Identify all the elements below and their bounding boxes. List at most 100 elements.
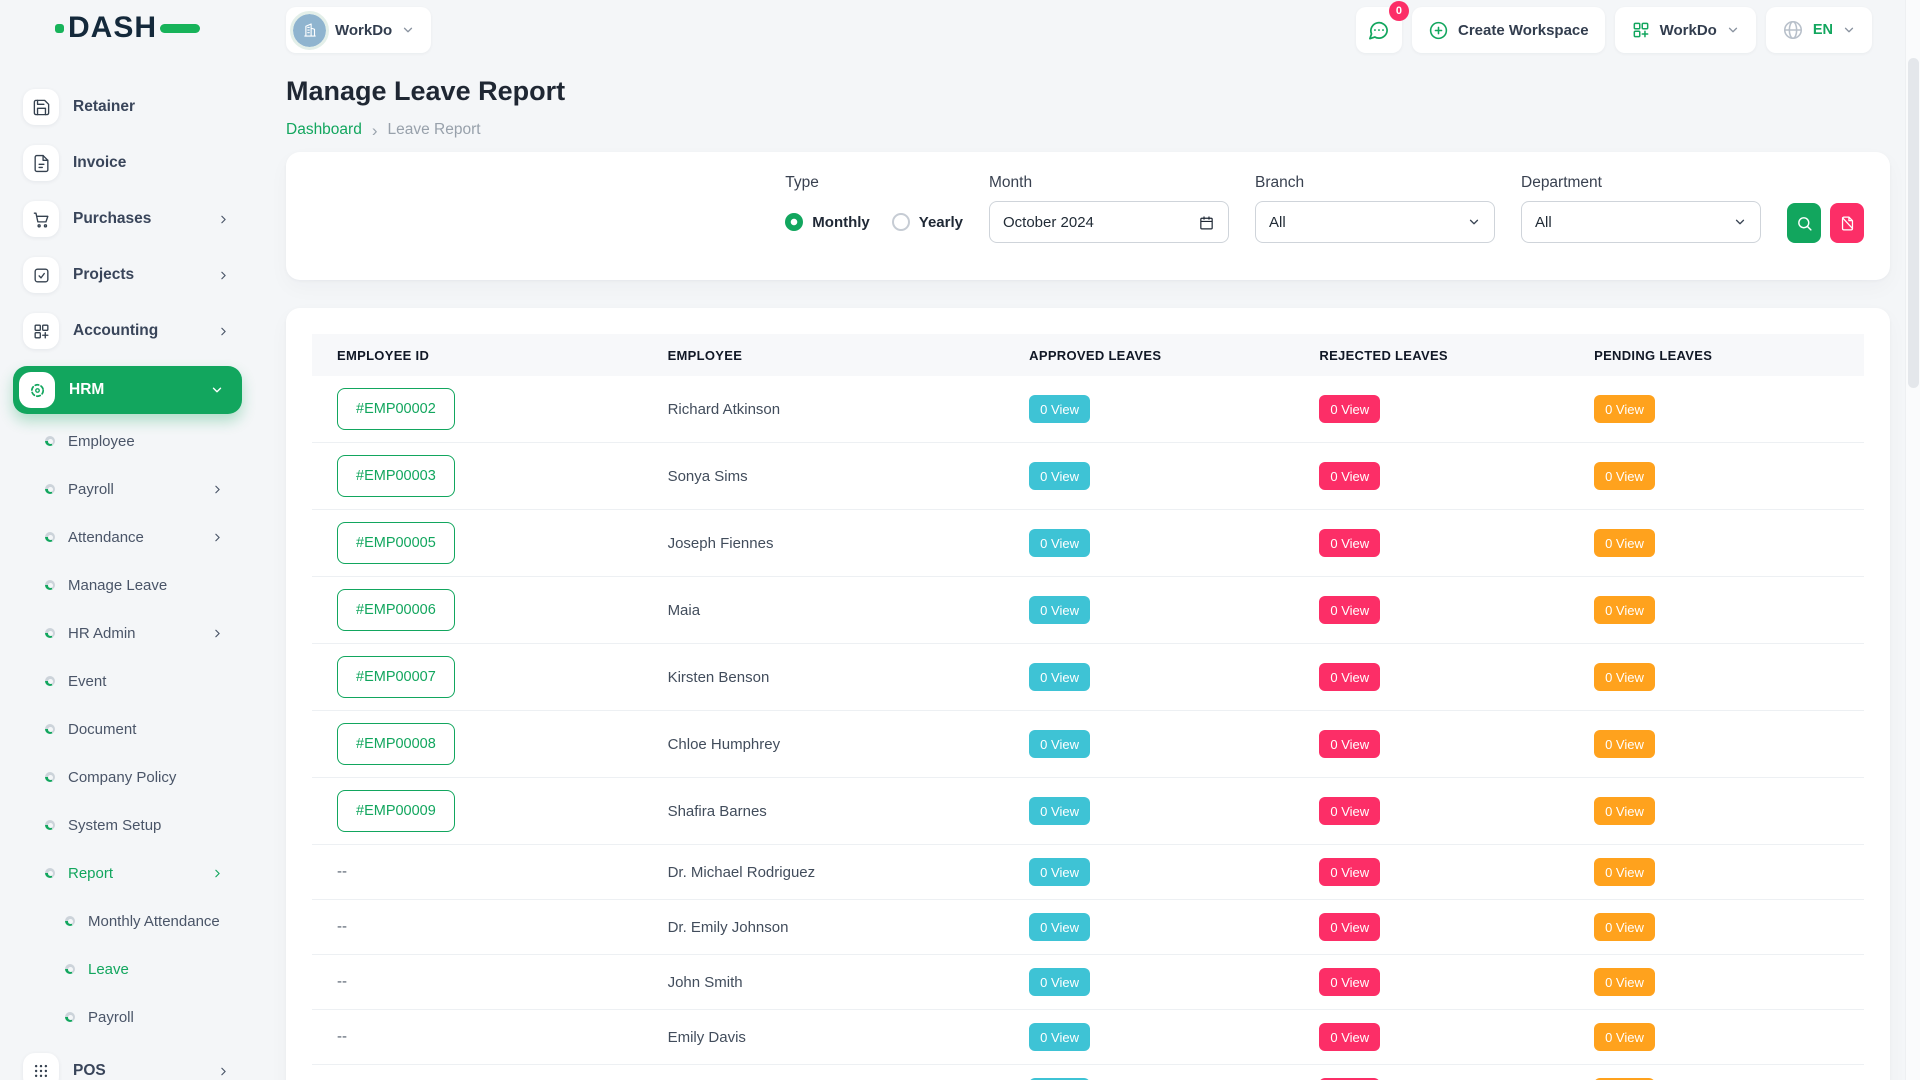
department-select[interactable]: All <box>1521 201 1761 243</box>
pending-leaves-badge[interactable]: 0 View <box>1594 1023 1655 1051</box>
sidebar-item-hr-admin[interactable]: HR Admin <box>13 609 258 657</box>
column-header-employee: EMPLOYEE <box>643 334 1005 376</box>
type-monthly-radio[interactable]: Monthly <box>785 213 870 231</box>
sidebar-item-event[interactable]: Event <box>13 657 258 705</box>
approved-leaves-badge[interactable]: 0 View <box>1029 797 1090 825</box>
pending-leaves-cell: 0 View <box>1569 510 1864 577</box>
sidebar-item-payroll[interactable]: Payroll <box>13 993 258 1041</box>
check-square-icon <box>23 257 59 293</box>
language-selector[interactable]: EN <box>1766 7 1872 53</box>
pending-leaves-badge[interactable]: 0 View <box>1594 858 1655 886</box>
approved-leaves-cell: 0 View <box>1004 845 1294 900</box>
radio-unselected-icon <box>892 213 910 231</box>
pending-leaves-badge[interactable]: 0 View <box>1594 395 1655 423</box>
rejected-leaves-badge[interactable]: 0 View <box>1319 596 1380 624</box>
pending-leaves-badge[interactable]: 0 View <box>1594 529 1655 557</box>
sidebar-item-manage-leave[interactable]: Manage Leave <box>13 561 258 609</box>
rejected-leaves-badge[interactable]: 0 View <box>1319 395 1380 423</box>
employee-id-button[interactable]: #EMP00007 <box>337 656 455 698</box>
leave-report-table: EMPLOYEE ID EMPLOYEE APPROVED LEAVES REJ… <box>312 334 1864 1080</box>
month-input[interactable]: October 2024 <box>989 201 1229 243</box>
employee-name: Maia <box>643 577 1005 644</box>
rejected-leaves-badge[interactable]: 0 View <box>1319 797 1380 825</box>
chevron-right-icon <box>217 325 230 338</box>
type-yearly-radio[interactable]: Yearly <box>892 213 963 231</box>
rejected-leaves-badge[interactable]: 0 View <box>1319 968 1380 996</box>
approved-leaves-badge[interactable]: 0 View <box>1029 663 1090 691</box>
rejected-leaves-cell: 0 View <box>1294 443 1569 510</box>
sidebar-item-employee[interactable]: Employee <box>13 417 258 465</box>
branch-select[interactable]: All <box>1255 201 1495 243</box>
approved-leaves-badge[interactable]: 0 View <box>1029 730 1090 758</box>
employee-name: Emily Davis <box>643 1010 1005 1065</box>
rejected-leaves-badge[interactable]: 0 View <box>1319 663 1380 691</box>
pending-leaves-badge[interactable]: 0 View <box>1594 462 1655 490</box>
workspace-switcher[interactable]: WorkDo <box>286 7 431 53</box>
rejected-leaves-badge[interactable]: 0 View <box>1319 730 1380 758</box>
sidebar-item-company-policy[interactable]: Company Policy <box>13 753 258 801</box>
approved-leaves-badge[interactable]: 0 View <box>1029 1023 1090 1051</box>
table-row: -- Dr. Emily Johnson 0 View 0 View 0 Vie… <box>312 900 1864 955</box>
create-workspace-button[interactable]: Create Workspace <box>1412 7 1605 53</box>
messages-button[interactable]: 0 <box>1356 7 1402 53</box>
employee-name: Richard Atkinson <box>643 376 1005 443</box>
rejected-leaves-badge[interactable]: 0 View <box>1319 913 1380 941</box>
sidebar-item-payroll[interactable]: Payroll <box>13 465 258 513</box>
employee-id-button[interactable]: #EMP00003 <box>337 455 455 497</box>
sidebar-item-report[interactable]: Report <box>13 849 258 897</box>
sidebar-item-retainer[interactable]: Retainer <box>13 79 258 135</box>
pending-leaves-badge[interactable]: 0 View <box>1594 913 1655 941</box>
page-title: Manage Leave Report <box>286 76 1890 107</box>
pending-leaves-cell: 0 View <box>1569 711 1864 778</box>
breadcrumb-dashboard-link[interactable]: Dashboard <box>286 121 362 139</box>
approved-leaves-badge[interactable]: 0 View <box>1029 529 1090 557</box>
pending-leaves-badge[interactable]: 0 View <box>1594 730 1655 758</box>
sidebar-item-document[interactable]: Document <box>13 705 258 753</box>
approved-leaves-badge[interactable]: 0 View <box>1029 596 1090 624</box>
pending-leaves-badge[interactable]: 0 View <box>1594 797 1655 825</box>
workspace-dropdown[interactable]: WorkDo <box>1615 7 1756 53</box>
approved-leaves-badge[interactable]: 0 View <box>1029 968 1090 996</box>
rejected-leaves-badge[interactable]: 0 View <box>1319 462 1380 490</box>
branch-filter-group: Branch All <box>1255 174 1495 243</box>
employee-id-empty: -- <box>337 1028 347 1045</box>
employee-id-button[interactable]: #EMP00008 <box>337 723 455 765</box>
sidebar-item-invoice[interactable]: Invoice <box>13 135 258 191</box>
search-button[interactable] <box>1787 203 1821 243</box>
sidebar-item-projects[interactable]: Projects <box>13 247 258 303</box>
rejected-leaves-badge[interactable]: 0 View <box>1319 529 1380 557</box>
approved-leaves-badge[interactable]: 0 View <box>1029 913 1090 941</box>
approved-leaves-badge[interactable]: 0 View <box>1029 858 1090 886</box>
logo-text: DASH <box>68 13 157 43</box>
pending-leaves-badge[interactable]: 0 View <box>1594 596 1655 624</box>
reset-filter-button[interactable] <box>1830 203 1864 243</box>
sidebar-item-system-setup[interactable]: System Setup <box>13 801 258 849</box>
employee-id-button[interactable]: #EMP00006 <box>337 589 455 631</box>
sidebar-item-monthly-attendance[interactable]: Monthly Attendance <box>13 897 258 945</box>
sidebar-item-pos[interactable]: POS <box>13 1043 258 1080</box>
employee-id-button[interactable]: #EMP00002 <box>337 388 455 430</box>
pending-leaves-badge[interactable]: 0 View <box>1594 968 1655 996</box>
sidebar-item-purchases[interactable]: Purchases <box>13 191 258 247</box>
page-scrollbar[interactable] <box>1905 0 1920 1080</box>
sidebar-item-leave[interactable]: Leave <box>13 945 258 993</box>
rejected-leaves-badge[interactable]: 0 View <box>1319 1023 1380 1051</box>
sidebar-item-attendance[interactable]: Attendance <box>13 513 258 561</box>
sidebar-item-accounting[interactable]: Accounting <box>13 303 258 359</box>
approved-leaves-badge[interactable]: 0 View <box>1029 462 1090 490</box>
employee-id-cell: #EMP00002 <box>312 376 643 443</box>
rejected-leaves-badge[interactable]: 0 View <box>1319 858 1380 886</box>
pending-leaves-cell: 0 View <box>1569 376 1864 443</box>
apps-icon <box>23 1053 59 1080</box>
brand-logo[interactable]: DASH <box>55 13 200 43</box>
breadcrumb-separator: › <box>372 122 378 139</box>
table-row: #EMP00003 Sonya Sims 0 View 0 View 0 Vie… <box>312 443 1864 510</box>
pending-leaves-badge[interactable]: 0 View <box>1594 663 1655 691</box>
table-row: #EMP00005 Joseph Fiennes 0 View 0 View 0… <box>312 510 1864 577</box>
employee-id-button[interactable]: #EMP00005 <box>337 522 455 564</box>
approved-leaves-badge[interactable]: 0 View <box>1029 395 1090 423</box>
employee-id-empty: -- <box>337 863 347 880</box>
employee-id-button[interactable]: #EMP00009 <box>337 790 455 832</box>
sidebar-item-hrm[interactable]: HRM <box>13 366 242 414</box>
scrollbar-thumb[interactable] <box>1908 58 1919 388</box>
